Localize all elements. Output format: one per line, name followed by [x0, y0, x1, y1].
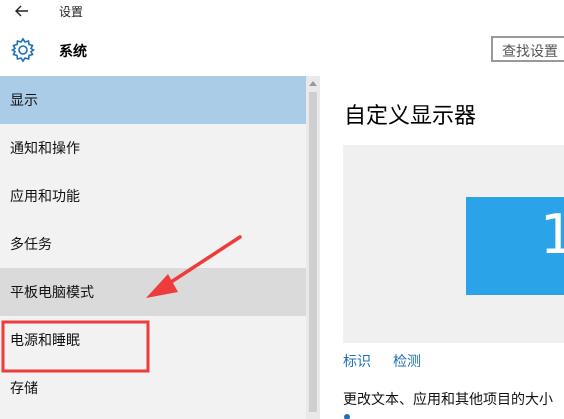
- page-title: 自定义显示器: [344, 104, 477, 129]
- search-input[interactable]: 查找设置: [491, 36, 564, 62]
- sidebar-item-label: 电源和睡眠: [10, 333, 80, 349]
- scroll-thumb[interactable]: [309, 92, 317, 412]
- sidebar: 显示 通知和操作 应用和功能 多任务 平板电脑模式 电源和睡眠 存储: [0, 76, 306, 419]
- chevron-up-icon: [309, 80, 317, 86]
- scale-slider[interactable]: [344, 414, 350, 419]
- sidebar-item-tablet-mode[interactable]: 平板电脑模式: [0, 268, 306, 316]
- sidebar-item-storage[interactable]: 存储: [0, 364, 306, 412]
- sidebar-item-label: 存储: [10, 381, 38, 397]
- sidebar-item-multitasking[interactable]: 多任务: [0, 220, 306, 268]
- scale-description: 更改文本、应用和其他项目的大小: [343, 392, 553, 408]
- sidebar-item-label: 平板电脑模式: [10, 285, 94, 301]
- sidebar-item-label: 通知和操作: [10, 141, 80, 157]
- sidebar-item-label: 应用和功能: [10, 189, 80, 205]
- window-title: 设置: [59, 5, 84, 19]
- search-placeholder: 查找设置: [502, 44, 558, 60]
- back-button[interactable]: [8, 0, 36, 22]
- sidebar-item-display[interactable]: 显示: [0, 76, 306, 124]
- sidebar-item-label: 显示: [10, 93, 38, 109]
- detect-link[interactable]: 检测: [393, 351, 421, 371]
- sidebar-item-label: 多任务: [10, 237, 52, 253]
- main-content: 自定义显示器 1 标识 检测 更改文本、应用和其他项目的大小: [320, 76, 564, 419]
- monitor-number: 1: [540, 203, 564, 266]
- sidebar-scrollbar[interactable]: [306, 76, 320, 419]
- identify-link[interactable]: 标识: [343, 351, 371, 371]
- monitor-tile[interactable]: 1: [466, 197, 564, 295]
- display-preview: 1: [343, 145, 564, 343]
- sidebar-item-power-sleep[interactable]: 电源和睡眠: [0, 316, 306, 364]
- page-header: 系统 查找设置: [0, 24, 564, 76]
- gear-icon: [10, 37, 36, 63]
- back-arrow-icon: [15, 5, 28, 17]
- section-title: 系统: [59, 44, 87, 60]
- title-bar: 设置: [0, 0, 564, 24]
- sidebar-item-apps[interactable]: 应用和功能: [0, 172, 306, 220]
- scroll-up-button[interactable]: [306, 76, 320, 90]
- sidebar-item-notifications[interactable]: 通知和操作: [0, 124, 306, 172]
